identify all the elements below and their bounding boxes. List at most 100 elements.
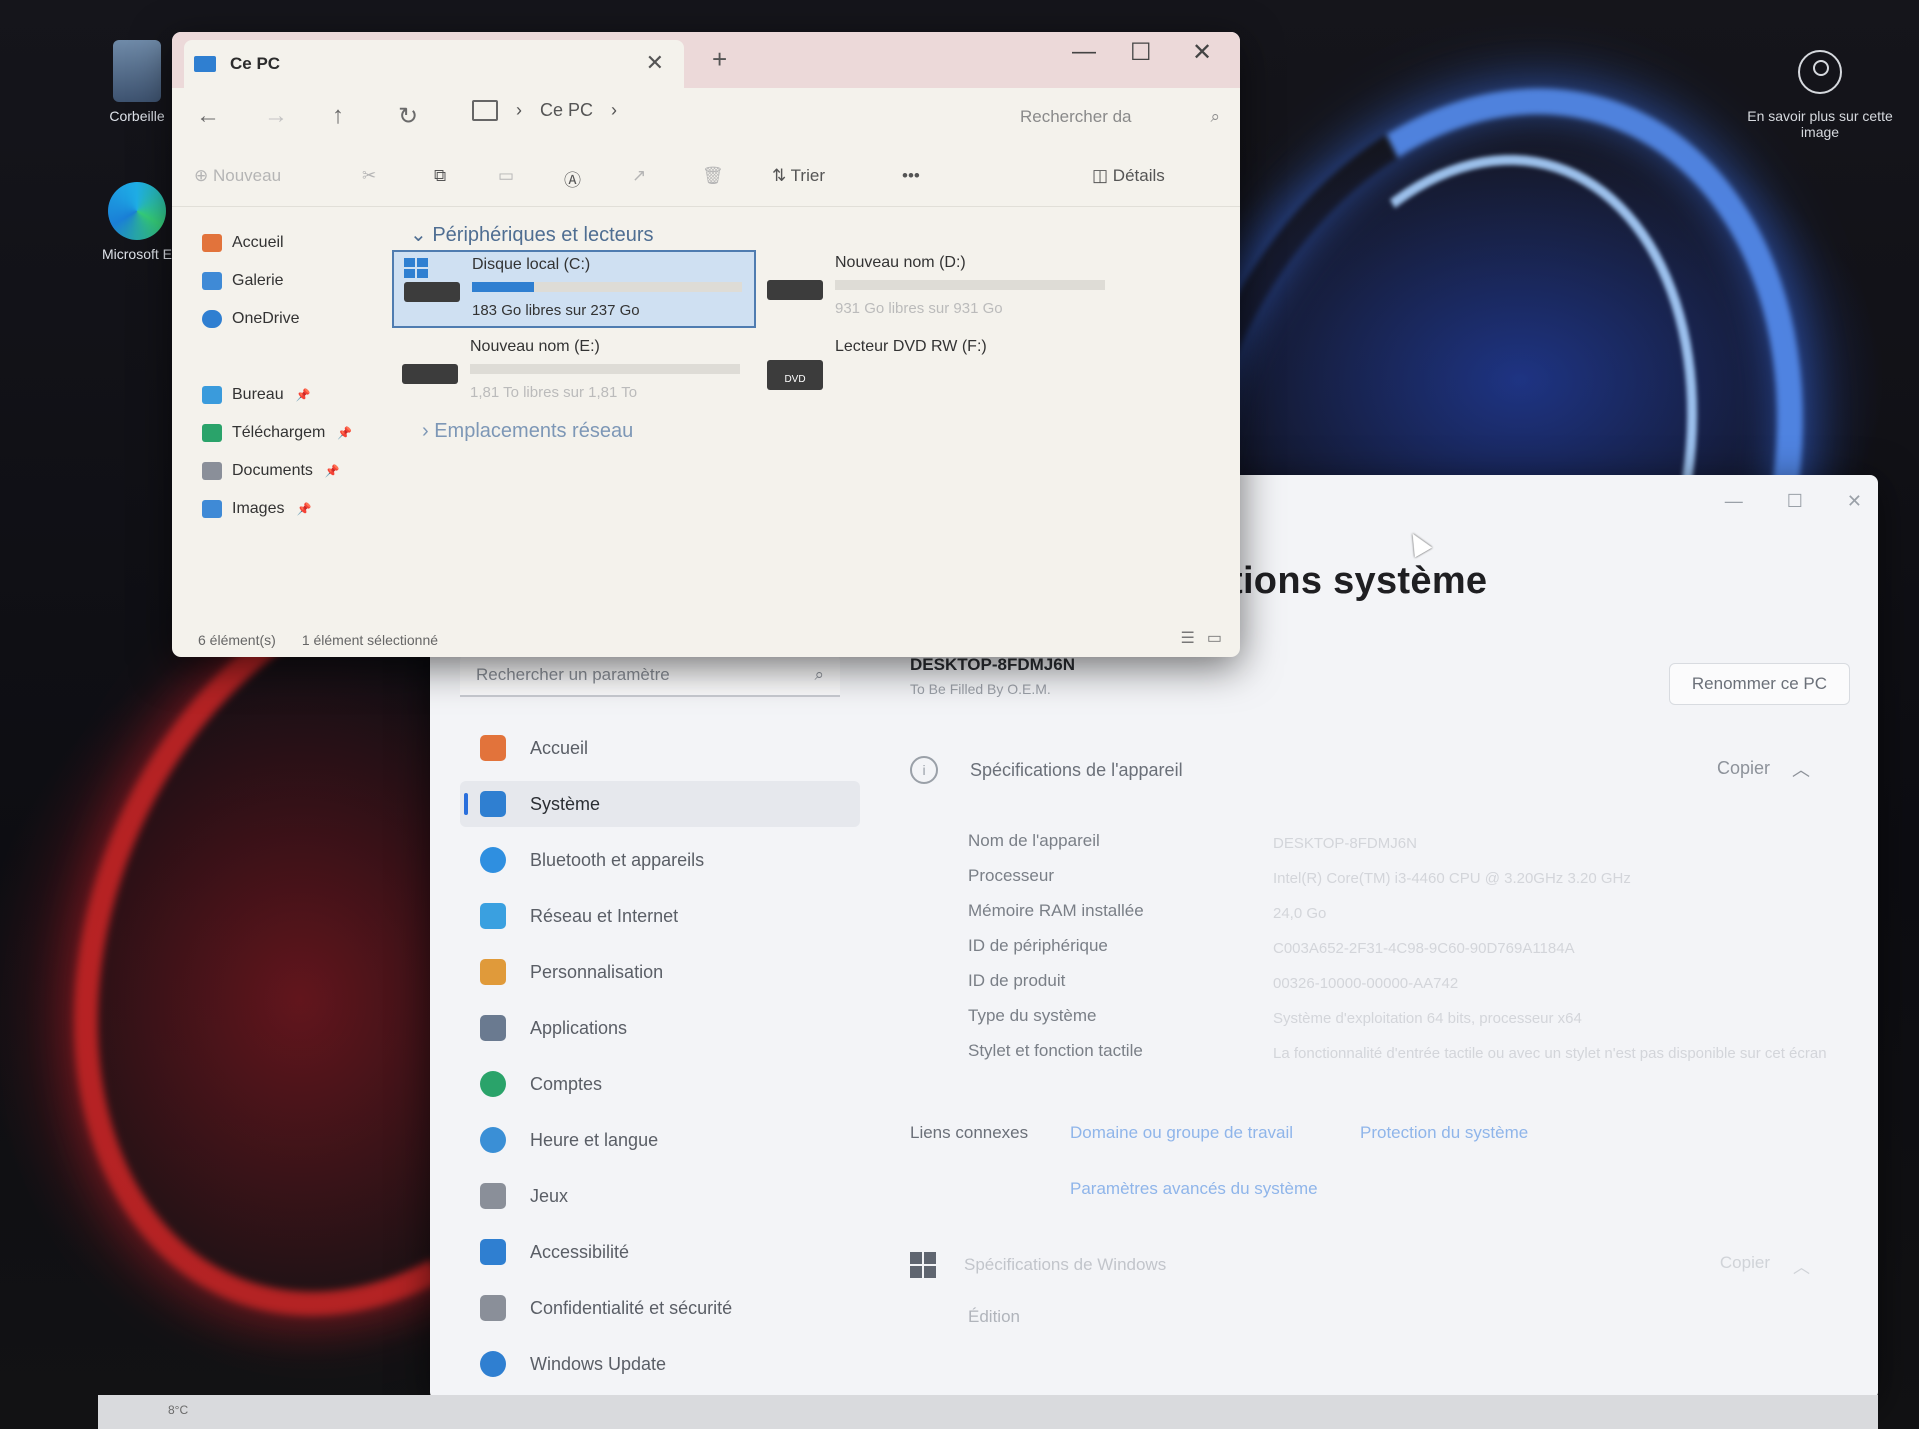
- rename-icon[interactable]: Ⓐ: [564, 166, 581, 191]
- tiles-view-icon[interactable]: ▭: [1207, 628, 1222, 648]
- list-view-icon[interactable]: ☰: [1181, 628, 1195, 648]
- cloud-icon: [202, 310, 222, 328]
- drive-free-space: 931 Go libres sur 931 Go: [835, 300, 1003, 317]
- breadcrumb[interactable]: › Ce PC ›: [472, 100, 617, 121]
- link-domain-workgroup[interactable]: Domaine ou groupe de travail: [1070, 1123, 1293, 1143]
- drive-name: Nouveau nom (D:): [835, 254, 966, 271]
- this-pc-icon: [194, 56, 216, 72]
- nav-item-accueil[interactable]: Accueil: [460, 725, 860, 771]
- chevron-up-icon[interactable]: ︿: [1792, 756, 1810, 782]
- spec-value: Intel(R) Core(TM) i3-4460 CPU @ 3.20GHz …: [1273, 870, 1631, 887]
- more-options-button[interactable]: •••: [902, 166, 920, 186]
- nav-item-applications[interactable]: Applications: [460, 1005, 860, 1051]
- breadcrumb-item[interactable]: Ce PC: [540, 100, 593, 121]
- spec-key: ID de produit: [968, 971, 1066, 990]
- windows-logo-icon: [910, 1252, 936, 1278]
- new-button[interactable]: ⊕ Nouveau: [194, 166, 281, 186]
- paste-icon[interactable]: ▭: [498, 166, 514, 186]
- drive-d[interactable]: Nouveau nom (D:) 931 Go libres sur 931 G…: [757, 250, 1117, 324]
- sidebar-item-images[interactable]: Images 📌: [202, 500, 311, 518]
- edge-icon: [108, 182, 166, 240]
- nav-item-label: Heure et langue: [530, 1129, 659, 1150]
- nav-item-label: Confidentialité et sécurité: [530, 1297, 733, 1318]
- refresh-icon[interactable]: ↻: [398, 102, 418, 131]
- nav-item-privacy[interactable]: Confidentialité et sécurité: [460, 1285, 860, 1331]
- breadcrumb-chevron-icon[interactable]: ›: [611, 100, 617, 121]
- section-network-locations[interactable]: › Emplacements réseau: [422, 420, 633, 443]
- close-tab-icon[interactable]: ✕: [646, 50, 664, 76]
- nav-item-network[interactable]: Réseau et Internet: [460, 893, 860, 939]
- details-button-label: Détails: [1112, 166, 1165, 185]
- nav-item-label: Personnalisation: [530, 961, 664, 982]
- share-icon[interactable]: ↗: [632, 166, 646, 186]
- drive-f-dvd[interactable]: DVD Lecteur DVD RW (F:): [757, 334, 1117, 408]
- nav-item-accessibility[interactable]: Accessibilité: [460, 1229, 860, 1275]
- info-icon: i: [910, 756, 938, 784]
- link-system-protection[interactable]: Protection du système: [1360, 1123, 1528, 1143]
- sidebar-item-bureau[interactable]: Bureau 📌: [202, 386, 311, 404]
- rename-pc-button[interactable]: Renommer ce PC: [1668, 663, 1850, 705]
- pin-icon: 📌: [295, 388, 311, 402]
- forward-arrow-icon[interactable]: →: [264, 102, 288, 130]
- link-advanced-system-settings[interactable]: Paramètres avancés du système: [1070, 1179, 1318, 1199]
- spec-value: 00326-10000-00000-AA742: [1273, 975, 1459, 992]
- spec-row: Type du système Système d'exploitation 6…: [968, 1006, 1848, 1031]
- drive-free-space: 183 Go libres sur 237 Go: [472, 302, 640, 319]
- nav-item-bluetooth[interactable]: Bluetooth et appareils: [460, 837, 860, 883]
- copy-windows-specs-button[interactable]: Copier: [1720, 1253, 1770, 1273]
- close-icon[interactable]: ✕: [1192, 38, 1212, 67]
- explorer-titlebar: Ce PC ✕ + — ☐ ✕: [172, 32, 1240, 88]
- cut-icon[interactable]: ✂: [362, 166, 376, 186]
- nav-item-time-language[interactable]: Heure et langue: [460, 1117, 860, 1163]
- up-arrow-icon[interactable]: ↑: [332, 102, 344, 130]
- maximize-icon[interactable]: ☐: [1787, 491, 1803, 512]
- page-title: tions système: [1230, 560, 1488, 602]
- details-button[interactable]: ◫ Détails: [1092, 166, 1165, 186]
- section-devices-drives[interactable]: ⌄ Périphériques et lecteurs: [410, 222, 654, 247]
- close-icon[interactable]: ✕: [1847, 491, 1862, 512]
- nav-item-windows-update[interactable]: Windows Update: [460, 1341, 860, 1387]
- sort-button[interactable]: ⇅ Trier: [772, 166, 825, 186]
- drive-e[interactable]: Nouveau nom (E:) 1,81 To libres sur 1,81…: [392, 334, 752, 408]
- windows-specs-header[interactable]: Spécifications de Windows Copier ︿: [910, 1245, 1850, 1285]
- sidebar-item-onedrive[interactable]: OneDrive: [202, 310, 300, 328]
- monitor-icon: [480, 791, 506, 817]
- item-count: 6 élément(s): [198, 632, 276, 648]
- minimize-icon[interactable]: —: [1725, 491, 1743, 512]
- sidebar-item-documents[interactable]: Documents 📌: [202, 462, 340, 480]
- spec-value: 24,0 Go: [1273, 905, 1327, 922]
- weather-widget[interactable]: 8°C: [168, 1403, 188, 1417]
- desktop-folder-icon: [202, 386, 222, 404]
- nav-item-systeme[interactable]: Système: [460, 781, 860, 827]
- maximize-icon[interactable]: ☐: [1130, 38, 1152, 67]
- minimize-icon[interactable]: —: [1072, 38, 1096, 66]
- back-arrow-icon[interactable]: ←: [196, 102, 220, 130]
- new-tab-icon[interactable]: +: [712, 44, 727, 75]
- nav-item-personalization[interactable]: Personnalisation: [460, 949, 860, 995]
- nav-item-gaming[interactable]: Jeux: [460, 1173, 860, 1219]
- pin-icon: 📌: [324, 464, 340, 478]
- search-placeholder: Rechercher un paramètre: [476, 665, 670, 684]
- device-specs-header[interactable]: i Spécifications de l'appareil Copier ︿: [910, 745, 1850, 795]
- explorer-tab[interactable]: Ce PC ✕: [184, 40, 684, 88]
- nav-item-label: Système: [530, 793, 601, 814]
- sidebar-item-telechargements[interactable]: Téléchargem 📌: [202, 424, 352, 442]
- sidebar-item-label: Accueil: [232, 234, 284, 251]
- copy-icon[interactable]: ⧉: [434, 166, 446, 186]
- shield-icon: [480, 1295, 506, 1321]
- learn-more-about-image[interactable]: En savoir plus sur cette image: [1740, 50, 1900, 140]
- drive-c[interactable]: Disque local (C:) 183 Go libres sur 237 …: [392, 250, 756, 328]
- settings-search-input[interactable]: Rechercher un paramètre ⌕: [460, 655, 840, 697]
- spec-key: Mémoire RAM installée: [968, 901, 1144, 920]
- copy-device-specs-button[interactable]: Copier: [1717, 758, 1770, 779]
- nav-item-accounts[interactable]: Comptes: [460, 1061, 860, 1107]
- explorer-toolbar: ⊕ Nouveau ✂ ⧉ ▭ Ⓐ ↗ 🗑 ⇅ Trier ••• ◫ Déta…: [172, 150, 1240, 207]
- explorer-search-input[interactable]: Rechercher da ⌕: [1020, 98, 1220, 136]
- delete-icon[interactable]: 🗑: [702, 166, 724, 186]
- chevron-up-icon[interactable]: ︿: [1793, 1253, 1810, 1278]
- sidebar-item-galerie[interactable]: Galerie: [202, 272, 284, 290]
- nav-item-label: Windows Update: [530, 1353, 667, 1374]
- sidebar-item-accueil[interactable]: Accueil: [202, 234, 284, 252]
- view-toggle: ☰ ▭: [1181, 628, 1222, 648]
- sidebar-item-label: Téléchargem: [232, 424, 326, 441]
